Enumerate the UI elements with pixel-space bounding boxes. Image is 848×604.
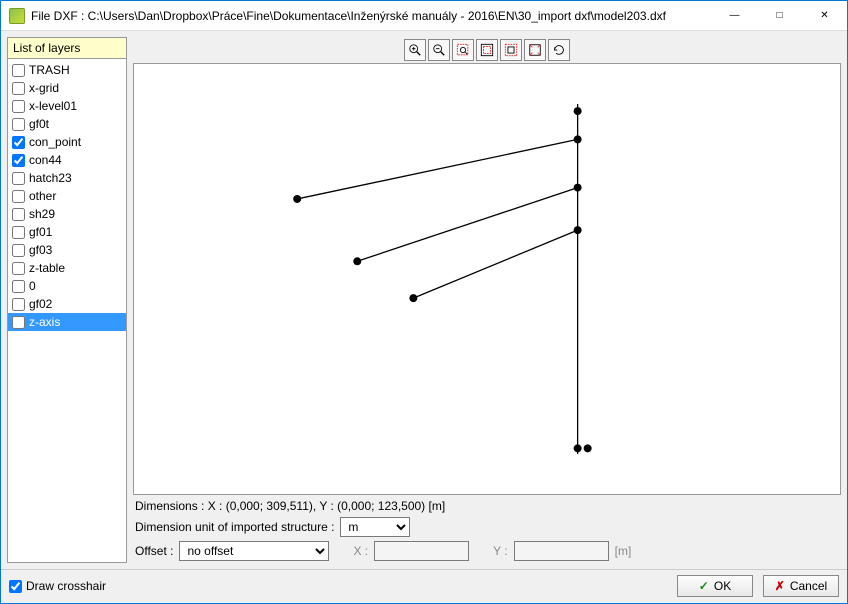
fit-all-button[interactable] <box>524 39 546 61</box>
fit-data-button[interactable] <box>476 39 498 61</box>
layer-label: gf0t <box>29 117 49 131</box>
ok-button[interactable]: ✓ OK <box>677 575 753 597</box>
chart-svg <box>134 64 840 494</box>
dimensions-text: Dimensions : X : (0,000; 309,511), Y : (… <box>133 495 841 515</box>
layer-list[interactable]: TRASH x-grid x-level01 gf0t con_point con44 ha… <box>7 58 127 563</box>
layer-item[interactable]: sh29 <box>8 205 126 223</box>
layer-label: TRASH <box>29 63 70 77</box>
zoom-in-button[interactable] <box>404 39 426 61</box>
minimize-button[interactable]: — <box>712 1 757 30</box>
fit-all-icon <box>528 43 542 57</box>
app-icon <box>9 8 25 24</box>
maximize-button[interactable]: □ <box>757 1 802 30</box>
layer-checkbox[interactable] <box>12 136 25 149</box>
titlebar: File DXF : C:\Users\Dan\Dropbox\Práce\Fi… <box>1 1 847 31</box>
fit-selection-icon <box>504 43 518 57</box>
layer-checkbox[interactable] <box>12 298 25 311</box>
layer-label: sh29 <box>29 207 55 221</box>
canvas[interactable] <box>133 63 841 495</box>
layer-item[interactable]: con_point <box>8 133 126 151</box>
layer-label: z-axis <box>29 315 60 329</box>
layer-item[interactable]: TRASH <box>8 61 126 79</box>
layer-label: con44 <box>29 153 62 167</box>
offset-y-input <box>514 541 609 561</box>
close-button[interactable]: ✕ <box>802 1 847 30</box>
layer-label: 0 <box>29 279 36 293</box>
layer-checkbox[interactable] <box>12 82 25 95</box>
layer-label: gf02 <box>29 297 52 311</box>
layer-label: gf01 <box>29 225 52 239</box>
fit-selection-button[interactable] <box>500 39 522 61</box>
unit-select[interactable]: m <box>340 517 410 537</box>
layer-label: gf03 <box>29 243 52 257</box>
unit-label: Dimension unit of imported structure : <box>135 520 334 534</box>
layer-checkbox[interactable] <box>12 244 25 257</box>
zoom-out-icon <box>432 43 446 57</box>
fit-data-icon <box>480 43 494 57</box>
layer-checkbox[interactable] <box>12 172 25 185</box>
sidebar: List of layers TRASH x-grid x-level01 gf0t c… <box>7 37 127 563</box>
unit-row: Dimension unit of imported structure : m <box>133 515 841 539</box>
cross-icon: ✗ <box>775 579 785 593</box>
toolbar <box>133 37 841 63</box>
layer-checkbox[interactable] <box>12 316 25 329</box>
offset-label: Offset : <box>135 544 173 558</box>
sidebar-header: List of layers <box>7 37 127 58</box>
refresh-icon <box>552 43 566 57</box>
layer-checkbox[interactable] <box>12 208 25 221</box>
footer: Draw crosshair ✓ OK ✗ Cancel <box>1 569 847 603</box>
offset-select[interactable]: no offset <box>179 541 329 561</box>
draw-crosshair-checkbox[interactable] <box>9 580 22 593</box>
layer-item[interactable]: gf02 <box>8 295 126 313</box>
layer-item[interactable]: x-level01 <box>8 97 126 115</box>
layer-label: z-table <box>29 261 65 275</box>
zoom-out-button[interactable] <box>428 39 450 61</box>
layer-checkbox[interactable] <box>12 190 25 203</box>
layer-checkbox[interactable] <box>12 64 25 77</box>
layer-checkbox[interactable] <box>12 226 25 239</box>
layer-checkbox[interactable] <box>12 154 25 167</box>
dialog-window: File DXF : C:\Users\Dan\Dropbox\Práce\Fi… <box>0 0 848 604</box>
layer-item[interactable]: gf01 <box>8 223 126 241</box>
layer-item[interactable]: hatch23 <box>8 169 126 187</box>
client-area: List of layers TRASH x-grid x-level01 gf0t c… <box>1 31 847 569</box>
main-panel: Dimensions : X : (0,000; 309,511), Y : (… <box>133 37 841 563</box>
draw-crosshair-label[interactable]: Draw crosshair <box>9 579 106 593</box>
window-title: File DXF : C:\Users\Dan\Dropbox\Práce\Fi… <box>31 9 712 23</box>
layer-item[interactable]: x-grid <box>8 79 126 97</box>
layer-item[interactable]: z-table <box>8 259 126 277</box>
offset-unit: [m] <box>615 544 632 558</box>
check-icon: ✓ <box>699 579 709 593</box>
offset-y-label: Y : <box>493 544 507 558</box>
layer-item[interactable]: con44 <box>8 151 126 169</box>
offset-row: Offset : no offset X : Y : [m] <box>133 539 841 563</box>
layer-label: con_point <box>29 135 81 149</box>
layer-item[interactable]: gf0t <box>8 115 126 133</box>
layer-label: x-grid <box>29 81 59 95</box>
layer-checkbox[interactable] <box>12 280 25 293</box>
layer-checkbox[interactable] <box>12 118 25 131</box>
zoom-in-icon <box>408 43 422 57</box>
layer-label: x-level01 <box>29 99 77 113</box>
offset-x-label: X : <box>353 544 368 558</box>
layer-checkbox[interactable] <box>12 262 25 275</box>
layer-checkbox[interactable] <box>12 100 25 113</box>
layer-label: hatch23 <box>29 171 72 185</box>
layer-item[interactable]: 0 <box>8 277 126 295</box>
refresh-button[interactable] <box>548 39 570 61</box>
layer-item[interactable]: other <box>8 187 126 205</box>
zoom-window-icon <box>456 43 470 57</box>
cancel-button[interactable]: ✗ Cancel <box>763 575 839 597</box>
layer-label: other <box>29 189 56 203</box>
layer-item[interactable]: z-axis <box>8 313 126 331</box>
offset-x-input <box>374 541 469 561</box>
layer-item[interactable]: gf03 <box>8 241 126 259</box>
zoom-window-button[interactable] <box>452 39 474 61</box>
